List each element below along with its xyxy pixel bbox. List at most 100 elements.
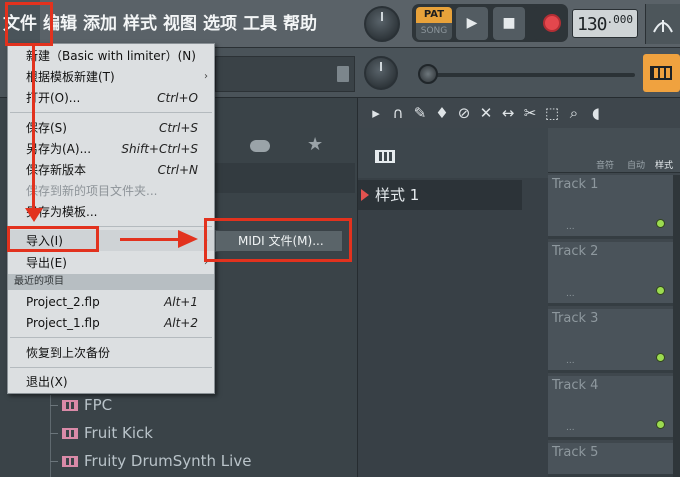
play-button[interactable]: ▶ bbox=[456, 7, 488, 40]
menu-item-save[interactable]: 保存(S) Ctrl+S bbox=[8, 117, 214, 138]
menu-item-revert-backup[interactable]: 恢复到上次备份 bbox=[8, 342, 214, 363]
record-icon bbox=[543, 14, 561, 32]
pattern-label: 样式 1 bbox=[375, 186, 420, 204]
browser-item-drumsynth[interactable]: Fruity DrumSynth Live bbox=[50, 448, 251, 474]
head-label-automation[interactable]: 自动 bbox=[627, 158, 645, 171]
playlist-toolbar: ▸ ∩ ✎ ♦ ⊘ ✕ ↔ ✂ ⬚ ⌕ ◖ bbox=[358, 98, 680, 128]
pencil-icon[interactable]: ✎ bbox=[412, 104, 428, 122]
song-mode[interactable]: SONG bbox=[416, 23, 452, 40]
plugin-icon bbox=[62, 455, 78, 467]
track-led-icon[interactable] bbox=[656, 353, 665, 362]
position-slider-track[interactable] bbox=[430, 73, 635, 77]
play-indicator-icon bbox=[361, 189, 369, 201]
position-slider-thumb[interactable] bbox=[418, 64, 438, 84]
piano-icon[interactable] bbox=[375, 150, 395, 163]
recent-projects-header: 最近的项目 bbox=[8, 274, 214, 290]
cloud-icon[interactable] bbox=[250, 140, 270, 152]
mute-icon[interactable]: ✕ bbox=[478, 104, 494, 122]
menu-item-save-to-folder: 保存到新的项目文件夹... bbox=[8, 180, 214, 201]
tempo-decimal: .000 bbox=[606, 13, 634, 26]
menu-tools[interactable]: 工具 bbox=[240, 0, 280, 48]
track-dots: ... bbox=[566, 423, 575, 433]
paint-icon[interactable]: ♦ bbox=[434, 104, 450, 122]
menu-view[interactable]: 视图 bbox=[160, 0, 200, 48]
track-name: Track 2 bbox=[552, 244, 599, 259]
menu-item-shortcut: Shift+Ctrl+S bbox=[121, 141, 198, 156]
menu-item-open[interactable]: 打开(O)... Ctrl+O bbox=[8, 87, 214, 108]
metronome-button[interactable] bbox=[645, 4, 680, 44]
playlist-scrollbar[interactable] bbox=[673, 175, 680, 477]
star-icon[interactable]: ★ bbox=[307, 134, 323, 155]
menu-item-label: 新建（Basic with limiter）(N) bbox=[26, 49, 196, 63]
menu-item-export[interactable]: 导出(E) › bbox=[8, 252, 214, 273]
master-pitch-knob[interactable] bbox=[364, 56, 398, 90]
menu-item-new[interactable]: 新建（Basic with limiter）(N) bbox=[8, 45, 214, 66]
menu-item-shortcut: Ctrl+O bbox=[157, 90, 198, 105]
track-row[interactable]: Track 1 ... bbox=[548, 175, 673, 239]
track-dots: ... bbox=[566, 356, 575, 366]
magnet-icon[interactable]: ∩ bbox=[390, 104, 406, 122]
menu-item-save-new-version[interactable]: 保存新版本 Ctrl+N bbox=[8, 159, 214, 180]
track-row[interactable]: Track 3 ... bbox=[548, 309, 673, 373]
annotation-box-midi bbox=[204, 218, 352, 262]
menu-item-shortcut: Ctrl+S bbox=[158, 120, 198, 135]
browser-item-label: Fruit Kick bbox=[84, 424, 153, 442]
track-led-icon[interactable] bbox=[656, 286, 665, 295]
speaker-icon[interactable]: ◖ bbox=[588, 104, 604, 122]
menu-add[interactable]: 添加 bbox=[80, 0, 120, 48]
menu-item-recent-project-2[interactable]: Project_2.flp Alt+1 bbox=[8, 291, 214, 312]
zoom-icon[interactable]: ⌕ bbox=[566, 104, 582, 122]
trash-icon[interactable] bbox=[337, 66, 349, 82]
menu-item-label: 恢复到上次备份 bbox=[26, 346, 111, 360]
plugin-icon bbox=[62, 427, 78, 439]
track-row[interactable]: Track 5 bbox=[548, 443, 673, 477]
menu-item-save-as[interactable]: 另存为(A)... Shift+Ctrl+S bbox=[8, 138, 214, 159]
piano-roll-button[interactable] bbox=[643, 54, 680, 92]
menu-item-exit[interactable]: 退出(X) bbox=[8, 371, 214, 392]
tempo-display[interactable]: 130 .000 bbox=[572, 9, 638, 38]
arrow-icon[interactable]: ▸ bbox=[368, 104, 384, 122]
slip-icon[interactable]: ↔ bbox=[500, 104, 516, 122]
track-name: Track 4 bbox=[552, 378, 599, 393]
head-label-notes[interactable]: 音符 bbox=[596, 158, 614, 171]
menu-item-new-from-template[interactable]: 根据模板新建(T) › bbox=[8, 66, 214, 87]
delete-icon[interactable]: ⊘ bbox=[456, 104, 472, 122]
browser-item-label: FPC bbox=[84, 396, 113, 414]
track-led-icon[interactable] bbox=[656, 219, 665, 228]
head-label-patterns[interactable]: 样式 bbox=[655, 158, 673, 171]
track-row[interactable]: Track 2 ... bbox=[548, 242, 673, 306]
pat-mode[interactable]: PAT bbox=[416, 7, 452, 23]
menu-help[interactable]: 帮助 bbox=[280, 0, 320, 48]
submenu-arrow-icon: › bbox=[204, 71, 208, 82]
menu-item-shortcut: Alt+1 bbox=[164, 294, 198, 309]
pat-song-toggle[interactable]: PAT SONG bbox=[416, 7, 452, 40]
menu-patterns[interactable]: 样式 bbox=[120, 0, 160, 48]
plugin-icon bbox=[62, 399, 78, 411]
tempo-value: 130 bbox=[577, 14, 607, 35]
menu-options[interactable]: 选项 bbox=[200, 0, 240, 48]
select-icon[interactable]: ⬚ bbox=[544, 104, 560, 122]
track-dots: ... bbox=[566, 222, 575, 232]
annotation-box-file-menu bbox=[5, 2, 53, 46]
track-led-icon[interactable] bbox=[656, 420, 665, 429]
menu-item-label: 保存新版本 bbox=[26, 163, 87, 177]
menu-item-label: 保存到新的项目文件夹... bbox=[26, 184, 158, 198]
slice-icon[interactable]: ✂ bbox=[522, 104, 538, 122]
menu-item-label: 根据模板新建(T) bbox=[26, 70, 115, 84]
browser-item-label: Fruity DrumSynth Live bbox=[84, 452, 252, 470]
stop-button[interactable]: ■ bbox=[493, 7, 525, 40]
menu-item-shortcut: Ctrl+N bbox=[157, 162, 198, 177]
browser-item-fruit-kick[interactable]: Fruit Kick bbox=[50, 420, 153, 446]
menu-separator bbox=[10, 337, 212, 338]
master-volume-knob[interactable] bbox=[364, 6, 400, 42]
menu-item-label: Project_2.flp bbox=[26, 294, 100, 309]
track-dots: ... bbox=[566, 289, 575, 299]
menu-item-recent-project-1[interactable]: Project_1.flp Alt+2 bbox=[8, 312, 214, 333]
annotation-arrow-right bbox=[178, 230, 198, 248]
browser-tabs bbox=[215, 132, 355, 162]
metronome-icon bbox=[653, 20, 673, 33]
track-row[interactable]: Track 4 ... bbox=[548, 376, 673, 440]
annotation-arrow-down bbox=[25, 208, 43, 222]
menu-item-label: 另存为(A)... bbox=[26, 142, 92, 156]
browser-item-fpc[interactable]: FPC bbox=[50, 392, 112, 418]
